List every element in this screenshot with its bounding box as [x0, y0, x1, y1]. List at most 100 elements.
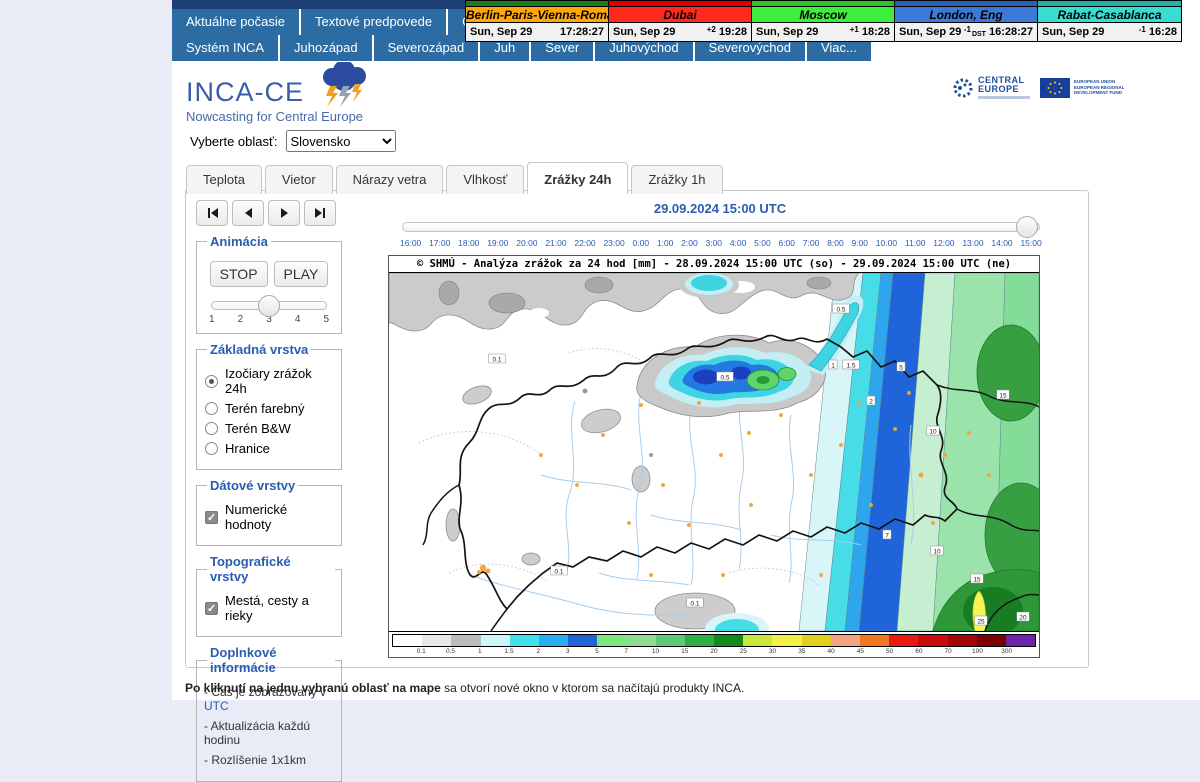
svg-text:5: 5 [899, 365, 903, 372]
next-frame-button[interactable] [268, 200, 300, 226]
clock-time-row: Sun, Sep 29+118:28 [752, 23, 894, 41]
tab-0[interactable]: Teplota [186, 165, 262, 194]
scale-cell [948, 635, 977, 646]
time-slider-thumb[interactable] [1016, 216, 1038, 238]
base-layer-option-2[interactable]: Terén B&W [205, 421, 333, 436]
clock-dst-label: DST [972, 31, 986, 38]
scale-cell [831, 635, 860, 646]
scale-cell [889, 635, 918, 646]
tab-1[interactable]: Vietor [265, 165, 333, 194]
play-button[interactable]: PLAY [274, 261, 329, 287]
scale-cell [451, 635, 480, 646]
clock-time-value: 19:28 [719, 26, 747, 38]
scale-cell [977, 635, 1006, 646]
clock-time-row: Sun, Sep 2917:28:27 [466, 23, 608, 41]
nav-secondary-0[interactable]: Systém INCA [172, 35, 278, 61]
eu-logo: EUROPEAN UNION EUROPEAN REGIONAL DEVELOP… [1040, 78, 1125, 98]
radio-icon[interactable] [205, 402, 218, 415]
map-title: © SHMÚ - Analýza zrážok za 24 hod [mm] -… [389, 256, 1039, 273]
scale-label: 3 [566, 648, 570, 655]
clock-2: MoscowSun, Sep 29+118:28 [752, 1, 895, 41]
topo-layer-option-0[interactable]: Mestá, cesty a rieky [205, 593, 333, 623]
base-layer-legend: Základná vrstva [207, 342, 311, 357]
base-layer-option-3[interactable]: Hranice [205, 441, 333, 456]
clock-bar: Berlin-Paris-Vienna-RomaSun, Sep 2917:28… [465, 0, 1182, 42]
radio-icon[interactable] [205, 442, 218, 455]
option-label: Terén B&W [225, 421, 291, 436]
base-layer-option-1[interactable]: Terén farebný [205, 401, 333, 416]
map-color-scale: 0.10.511.5235710152025303540455060701003… [389, 631, 1039, 657]
radio-icon[interactable] [205, 422, 218, 435]
scale-colors [392, 634, 1036, 647]
data-layers-legend: Dátové vrstvy [207, 478, 298, 493]
speed-mark: 4 [295, 314, 301, 325]
prev-frame-button[interactable] [232, 200, 264, 226]
speed-slider[interactable] [211, 301, 327, 310]
checkbox-icon[interactable] [205, 602, 218, 615]
info-legend: Doplnkové informácie [207, 645, 335, 675]
svg-text:1.5: 1.5 [846, 363, 855, 370]
clock-offset: +1 [850, 25, 859, 40]
scale-label: 1.5 [505, 648, 514, 655]
clock-time-value: 17:28:27 [560, 26, 604, 38]
site-logo: INCA-CE Nowcasting for Central Europe [186, 62, 374, 124]
time-tick: 17:00 [429, 238, 450, 248]
clock-4: Rabat-CasablancaSun, Sep 29-116:28 [1038, 1, 1181, 41]
scale-label: 60 [915, 648, 922, 655]
base-layer-option-0[interactable]: Izočiary zrážok 24h [205, 366, 333, 396]
scale-labels: 0.10.511.5235710152025303540455060701003… [392, 648, 1036, 656]
precipitation-map[interactable]: 0.10.50.10.10.511.5251071015152025 [389, 273, 1039, 631]
time-tick: 15:00 [1020, 238, 1041, 248]
scale-cell [597, 635, 626, 646]
clock-date: Sun, Sep 29 [1042, 26, 1139, 38]
svg-text:0.1: 0.1 [690, 601, 699, 608]
svg-text:0.5: 0.5 [836, 307, 845, 314]
clock-city-label: Moscow [752, 6, 894, 23]
time-tick: 4:00 [730, 238, 747, 248]
clock-city-label: Rabat-Casablanca [1038, 6, 1181, 23]
svg-text:10: 10 [933, 549, 941, 556]
tab-panel: Animácia STOP PLAY 12345 Základná vrstva… [185, 190, 1089, 668]
time-tick: 19:00 [487, 238, 508, 248]
scale-cell [714, 635, 743, 646]
map-image[interactable]: © SHMÚ - Analýza zrážok za 24 hod [mm] -… [388, 255, 1040, 658]
tab-4[interactable]: Zrážky 24h [527, 162, 628, 194]
nav-secondary-1[interactable]: Juhozápad [280, 35, 372, 61]
scale-label: 50 [886, 648, 893, 655]
time-slider[interactable] [402, 222, 1040, 232]
clock-date: Sun, Sep 29 [899, 26, 964, 38]
tab-5[interactable]: Zrážky 1h [631, 165, 722, 194]
radio-icon[interactable] [205, 375, 218, 388]
scale-label: 2 [537, 648, 541, 655]
tab-3[interactable]: Vlhkosť [446, 165, 524, 194]
scale-cell [656, 635, 685, 646]
nav-primary-1[interactable]: Textové predpovede [301, 9, 446, 35]
scale-cell [685, 635, 714, 646]
time-tick: 16:00 [400, 238, 421, 248]
stop-button[interactable]: STOP [210, 261, 268, 287]
data-layer-option-0[interactable]: Numerické hodnoty [205, 502, 333, 532]
clock-1: DubaiSun, Sep 29+219:28 [609, 1, 752, 41]
scale-cell [743, 635, 772, 646]
region-select-row: Vyberte oblasť: Slovensko [190, 130, 396, 152]
time-tick: 11:00 [905, 238, 926, 248]
scale-label: 0.1 [417, 648, 426, 655]
svg-text:7: 7 [885, 533, 889, 540]
clock-city-label: Dubai [609, 6, 751, 23]
nav-secondary-2[interactable]: Severozápad [374, 35, 479, 61]
option-label: Izočiary zrážok 24h [225, 366, 333, 396]
time-tick: 22:00 [574, 238, 595, 248]
clock-offset: -1DST [964, 25, 986, 40]
checkbox-icon[interactable] [205, 511, 218, 524]
first-frame-button[interactable] [196, 200, 228, 226]
time-tick: 5:00 [754, 238, 771, 248]
base-layer-fieldset: Základná vrstva Izočiary zrážok 24h Terén… [196, 342, 342, 470]
last-frame-button[interactable] [304, 200, 336, 226]
region-select[interactable]: Slovensko [286, 130, 396, 152]
nav-primary-0[interactable]: Aktuálne počasie [172, 9, 299, 35]
speed-slider-thumb[interactable] [258, 295, 280, 317]
eu-logo-text: EUROPEAN UNION EUROPEAN REGIONAL DEVELOP… [1074, 79, 1125, 96]
utc-link[interactable]: UTC [204, 699, 229, 713]
scale-cell [627, 635, 656, 646]
tab-2[interactable]: Nárazy vetra [336, 165, 444, 194]
